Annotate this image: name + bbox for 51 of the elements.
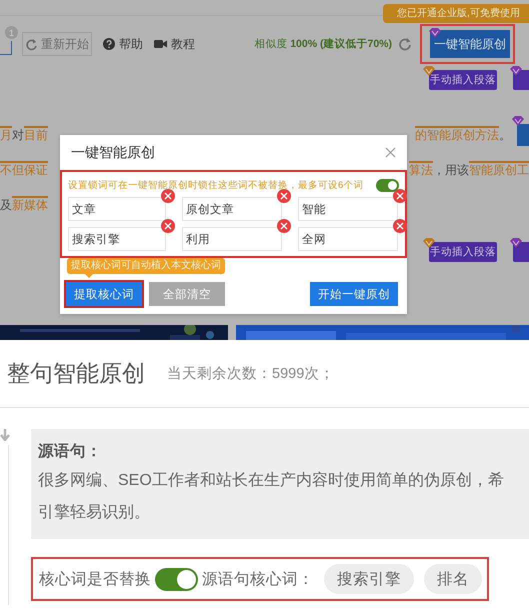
refresh-icon[interactable] (398, 37, 412, 51)
panel-title: 整句智能原创 (7, 359, 145, 388)
help-icon (103, 38, 115, 50)
replace-label: 核心词是否替换 (39, 570, 151, 590)
remove-icon[interactable] (393, 189, 407, 203)
insert-paragraph-button[interactable]: 手动插入段落 (429, 70, 497, 90)
down-arrow-icon (0, 429, 10, 441)
diamond-icon (428, 27, 442, 39)
refresh-icon (25, 38, 38, 50)
insert-paragraph-button[interactable]: 手动插入段落 (429, 242, 497, 262)
cut-off-button[interactable] (0, 41, 12, 55)
keyword-field[interactable]: 文章 (68, 197, 166, 221)
source-text: 很多网编、SEO工作者和站长在生产内容时使用简单的伪原创，希 (38, 470, 505, 491)
replace-toggle[interactable] (155, 568, 198, 590)
cut-off-button[interactable] (513, 70, 529, 90)
cut-off-button[interactable] (513, 242, 529, 262)
notice-banner: 您已开通企业版,可免费使用 (383, 4, 529, 23)
diamond-icon (511, 115, 525, 127)
similarity-text: 相似度 100% (建议低于70%) (254, 37, 392, 51)
remaining-count: 当天剩余次数：5999次； (167, 365, 334, 383)
remove-icon[interactable] (277, 189, 291, 203)
remove-icon[interactable] (161, 219, 175, 233)
paragraph-fragment: 不但保证 (0, 163, 48, 177)
help-link[interactable]: 帮助 (119, 36, 143, 52)
close-icon[interactable] (385, 147, 396, 158)
paragraph-fragment: 算法，用该智能原创工 (409, 163, 529, 177)
keyword-field[interactable]: 原创文章 (182, 197, 282, 221)
diamond-icon (509, 65, 523, 77)
keyword-chip[interactable]: 排名 (424, 564, 482, 594)
paragraph-fragment: 及新媒体 (0, 198, 48, 212)
tutorial-link[interactable]: 教程 (171, 36, 195, 52)
dialog-button[interactable]: 提取核心词 (66, 282, 142, 306)
lock-words-toggle[interactable] (376, 178, 399, 192)
keyword-field[interactable]: 利用 (182, 227, 282, 251)
keyword-chip[interactable]: 搜索引擎 (324, 564, 414, 594)
video-camera-icon (154, 39, 167, 49)
dialog-title: 一键智能原创 (71, 144, 155, 162)
keyword-field[interactable]: 搜索引擎 (68, 227, 166, 251)
diamond-icon (509, 237, 523, 249)
remove-icon[interactable] (277, 219, 291, 233)
paragraph-fragment: 月 对目前 (0, 128, 48, 142)
lock-words-hint: 设置锁词可在一键智能原创时锁住这些词不被替换，最多可设6个词 (68, 178, 364, 192)
source-label: 源语句： (38, 442, 103, 462)
one-click-rewrite-button[interactable]: 一键智能原创 (430, 30, 510, 58)
keyword-field[interactable]: 智能 (298, 197, 398, 221)
source-text: 引擎轻易识别。 (38, 503, 151, 523)
keyword-field[interactable]: 全网 (298, 227, 398, 251)
remove-icon[interactable] (393, 219, 407, 233)
dialog-button[interactable]: 开始一键原创 (310, 282, 398, 306)
remove-icon[interactable] (161, 189, 175, 203)
core-words-label: 源语句核心词： (202, 570, 314, 590)
